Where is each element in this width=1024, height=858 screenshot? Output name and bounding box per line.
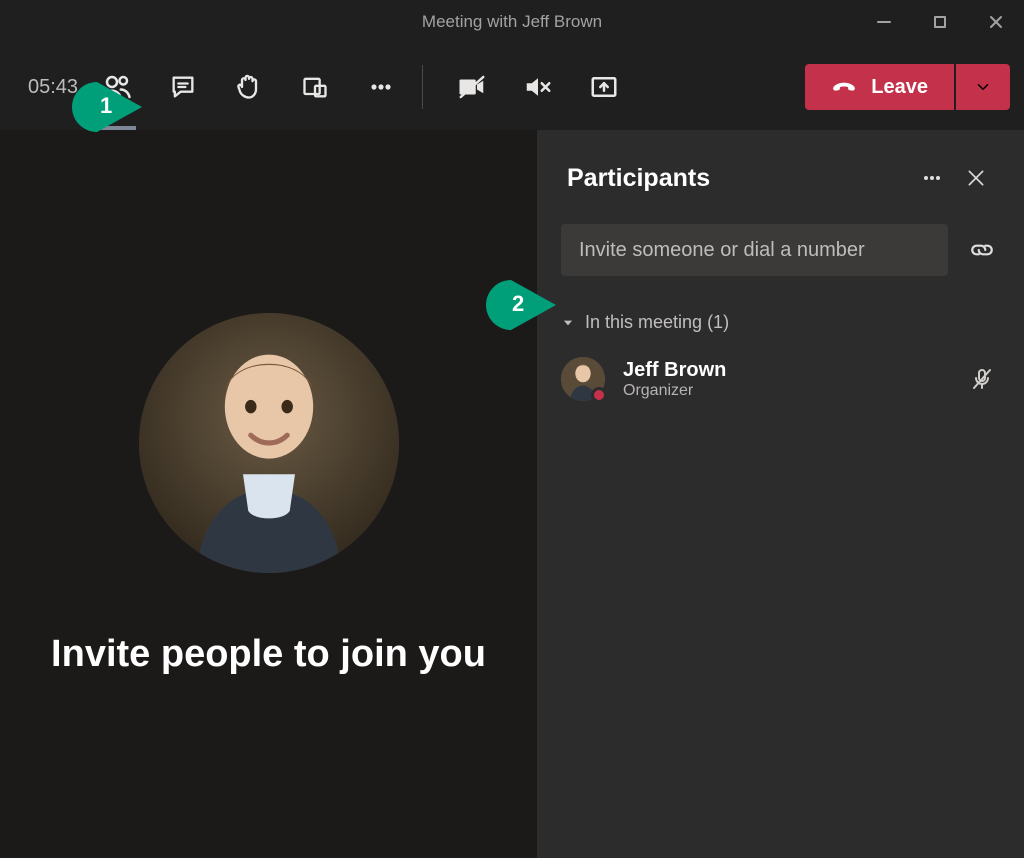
section-toggle[interactable]: In this meeting (1) (561, 312, 1000, 333)
link-icon (969, 237, 995, 263)
panel-title: Participants (567, 164, 910, 193)
participant-avatar (561, 357, 605, 401)
ellipsis-icon (920, 166, 944, 190)
breakout-rooms-icon (301, 73, 329, 101)
toolbar-left: 05:43 (14, 44, 637, 130)
app-window: Meeting with Jeff Brown 05:43 (0, 0, 1024, 858)
participant-name: Jeff Brown (623, 359, 726, 382)
toolbar-divider (422, 65, 423, 109)
toolbar-right: Leave (797, 64, 1010, 110)
meeting-body: Invite people to join you Participants (0, 130, 1024, 858)
more-actions-button[interactable] (348, 58, 414, 116)
mic-muted-icon (970, 367, 994, 391)
breakout-rooms-button[interactable] (282, 58, 348, 116)
share-screen-button[interactable] (571, 58, 637, 116)
camera-toggle-button[interactable] (439, 58, 505, 116)
chevron-down-icon (974, 78, 992, 96)
invite-row (537, 214, 1024, 286)
leave-button-group: Leave (805, 64, 1010, 110)
panel-header: Participants (537, 130, 1024, 214)
speaker-muted-icon (523, 72, 553, 102)
hangup-icon (831, 74, 871, 100)
invite-heading: Invite people to join you (51, 633, 486, 676)
show-chat-button[interactable] (150, 58, 216, 116)
window-controls (856, 0, 1024, 44)
people-icon (102, 72, 132, 102)
ellipsis-icon (367, 73, 395, 101)
active-tab-underline (98, 126, 136, 130)
participant-text: Jeff Brown Organizer (623, 359, 726, 400)
show-participants-button[interactable] (84, 58, 150, 116)
invite-input[interactable] (561, 224, 948, 276)
caret-down-icon (561, 316, 575, 330)
panel-more-button[interactable] (910, 156, 954, 200)
window-title: Meeting with Jeff Brown (422, 12, 602, 32)
participants-panel: Participants (537, 130, 1024, 858)
leave-dropdown-button[interactable] (956, 64, 1010, 110)
in-meeting-section: In this meeting (1) Jeff Brown (537, 286, 1024, 415)
copy-meeting-link-button[interactable] (960, 228, 1004, 272)
close-icon (966, 168, 986, 188)
audio-toggle-button[interactable] (505, 58, 571, 116)
share-screen-icon (589, 72, 619, 102)
camera-off-icon (457, 72, 487, 102)
title-bar: Meeting with Jeff Brown (0, 0, 1024, 44)
participant-row[interactable]: Jeff Brown Organizer (561, 351, 1000, 407)
chat-icon (169, 73, 197, 101)
section-label: In this meeting (1) (585, 312, 729, 333)
raise-hand-icon (235, 73, 263, 101)
participant-role: Organizer (623, 382, 726, 400)
avatar-image (139, 313, 399, 573)
participant-actions (970, 367, 1000, 391)
call-duration: 05:43 (28, 76, 78, 99)
minimize-button[interactable] (856, 0, 912, 44)
self-avatar-large (139, 313, 399, 573)
leave-label: Leave (871, 76, 928, 99)
leave-button[interactable]: Leave (805, 64, 954, 110)
raise-hand-button[interactable] (216, 58, 282, 116)
maximize-button[interactable] (912, 0, 968, 44)
presence-busy-dot (591, 387, 607, 403)
meeting-toolbar: 05:43 (0, 44, 1024, 130)
panel-close-button[interactable] (954, 156, 998, 200)
meeting-stage: Invite people to join you (0, 130, 537, 858)
close-window-button[interactable] (968, 0, 1024, 44)
people-button-wrap (84, 44, 150, 130)
